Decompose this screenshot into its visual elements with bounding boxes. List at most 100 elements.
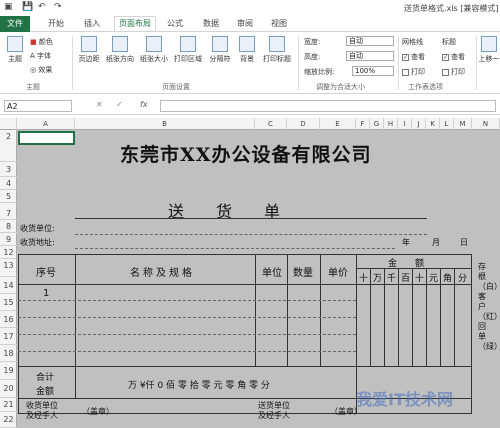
- cancel-icon[interactable]: ✕: [96, 100, 103, 109]
- digit-label: 百: [401, 274, 411, 284]
- col-header-b[interactable]: B: [75, 118, 255, 130]
- col-header-l[interactable]: L: [440, 118, 454, 130]
- col-header-no: 序号: [36, 268, 56, 279]
- row-header[interactable]: 19: [0, 362, 17, 380]
- row-header[interactable]: 17: [0, 328, 17, 345]
- col-header-f[interactable]: F: [356, 118, 370, 130]
- row-header[interactable]: 7: [0, 203, 17, 220]
- redo-icon[interactable]: ↷: [54, 2, 62, 12]
- active-cell[interactable]: [18, 131, 75, 145]
- day-label: 日: [460, 238, 468, 247]
- receiver-stamp: （盖章）: [82, 407, 114, 416]
- col-header-n[interactable]: N: [472, 118, 500, 130]
- formula-input[interactable]: [160, 100, 496, 112]
- fonts-button[interactable]: A 字体: [30, 51, 51, 61]
- background-button[interactable]: 背景: [236, 36, 258, 64]
- colors-button[interactable]: ■ 颜色: [30, 37, 53, 47]
- col-header-e[interactable]: E: [320, 118, 356, 130]
- row-header[interactable]: 2: [0, 130, 17, 162]
- digit-label: 万: [373, 274, 383, 284]
- row-header[interactable]: 13: [0, 259, 17, 277]
- row-header[interactable]: 8: [0, 220, 17, 233]
- col-header-a[interactable]: A: [17, 118, 75, 130]
- col-header-k[interactable]: K: [426, 118, 440, 130]
- copy-distribution-note: 存根（白）客户（红）回单（绿）: [478, 262, 500, 351]
- effects-button[interactable]: ◎ 效果: [30, 65, 52, 75]
- bring-forward-button[interactable]: 上移一: [478, 36, 500, 64]
- tab-file[interactable]: 文件: [0, 16, 30, 32]
- print-area-icon: [180, 36, 196, 52]
- sender-label: 送货单位 及经手人: [258, 401, 290, 420]
- col-header-c[interactable]: C: [255, 118, 287, 130]
- row-header[interactable]: 12: [0, 246, 17, 259]
- digit-label: 元: [429, 274, 439, 284]
- scale-input[interactable]: 100%: [352, 66, 394, 76]
- row-header[interactable]: 16: [0, 311, 17, 328]
- undo-icon[interactable]: ↶: [38, 2, 46, 12]
- height-select[interactable]: 自动: [346, 51, 394, 61]
- col-header-qty: 数量: [293, 268, 313, 279]
- name-box[interactable]: A2: [4, 100, 72, 112]
- row-header[interactable]: 9: [0, 233, 17, 246]
- margins-button[interactable]: 页边距: [76, 36, 102, 64]
- col-header-name: 名称及规格: [130, 268, 195, 279]
- tab-review[interactable]: 审阅: [237, 18, 253, 29]
- digit-label: 角: [443, 274, 453, 284]
- col-header-h[interactable]: H: [384, 118, 398, 130]
- ribbon: 主题 ■ 颜色 A 字体 ◎ 效果 主题 页边距 纸张方向 纸张大小 打印区域 …: [0, 32, 500, 94]
- col-header-m[interactable]: M: [454, 118, 472, 130]
- fonts-icon: A: [30, 52, 35, 60]
- size-button[interactable]: 纸张大小: [138, 36, 170, 64]
- row-header[interactable]: 4: [0, 177, 17, 190]
- orientation-button[interactable]: 纸张方向: [104, 36, 136, 64]
- colors-icon: ■: [30, 38, 37, 46]
- tab-data[interactable]: 数据: [203, 18, 219, 29]
- row-header[interactable]: 5: [0, 190, 17, 203]
- col-header-j[interactable]: J: [412, 118, 426, 130]
- recipient-line: [75, 234, 427, 235]
- print-titles-icon: [269, 36, 285, 52]
- row-header[interactable]: 14: [0, 277, 17, 294]
- row-header[interactable]: 21: [0, 398, 17, 412]
- save-icon[interactable]: 💾: [22, 2, 33, 12]
- digit-label: 千: [387, 274, 397, 284]
- gridlines-print-checkbox[interactable]: 打印: [402, 67, 425, 77]
- tab-home[interactable]: 开始: [48, 18, 64, 29]
- tab-formulas[interactable]: 公式: [167, 18, 183, 29]
- tab-page-layout[interactable]: 页面布局: [114, 16, 156, 31]
- print-area-button[interactable]: 打印区域: [172, 36, 204, 64]
- select-all-corner[interactable]: [0, 118, 17, 130]
- row-header[interactable]: 18: [0, 345, 17, 362]
- enter-icon[interactable]: ✓: [116, 100, 123, 109]
- breaks-button[interactable]: 分隔符: [206, 36, 234, 64]
- address-line: [75, 248, 395, 249]
- row-header[interactable]: 15: [0, 294, 17, 311]
- headings-view-checkbox[interactable]: ✓ 查看: [442, 52, 465, 62]
- col-header-d[interactable]: D: [287, 118, 320, 130]
- width-label: 宽度:: [304, 38, 321, 46]
- formula-bar: A2 ✕ ✓ fx: [0, 97, 500, 115]
- insert-function-icon[interactable]: fx: [140, 100, 148, 109]
- checkmark-icon: ✓: [442, 53, 449, 61]
- group-label-scale: 调整为合适大小: [316, 83, 365, 91]
- print-titles-button[interactable]: 打印标题: [260, 36, 294, 64]
- receiver-label: 收货单位 及经手人: [26, 401, 58, 420]
- themes-button[interactable]: 主题: [4, 36, 26, 64]
- col-header-amount: 金 额: [388, 259, 425, 269]
- tab-insert[interactable]: 插入: [84, 18, 100, 29]
- gridlines-view-checkbox[interactable]: ✓ 查看: [402, 52, 425, 62]
- breaks-icon: [212, 36, 228, 52]
- total-amount-label: 金额: [36, 387, 55, 397]
- group-separator: [398, 36, 399, 90]
- headings-print-checkbox[interactable]: 打印: [442, 67, 465, 77]
- background-icon: [239, 36, 255, 52]
- row-header[interactable]: 3: [0, 162, 17, 177]
- tab-view[interactable]: 视图: [271, 18, 287, 29]
- col-header-g[interactable]: G: [370, 118, 384, 130]
- group-label-sheet-options: 工作表选项: [408, 83, 443, 91]
- col-header-i[interactable]: I: [398, 118, 412, 130]
- row-header[interactable]: 22: [0, 412, 17, 428]
- row-header[interactable]: 20: [0, 380, 17, 398]
- width-select[interactable]: 自动: [346, 36, 394, 46]
- column-headers: A B C D E F G H I J K L M N: [0, 118, 500, 130]
